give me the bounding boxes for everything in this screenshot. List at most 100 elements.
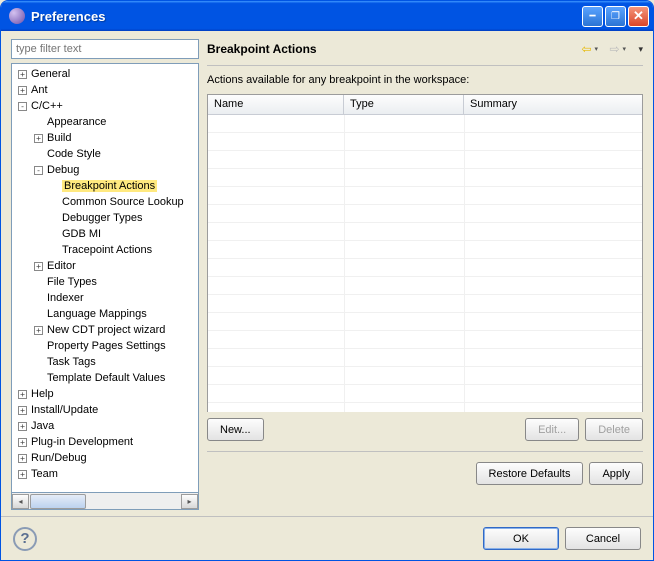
- expand-icon[interactable]: +: [18, 86, 27, 95]
- tree-item[interactable]: + Install/Update: [12, 402, 198, 418]
- tree-item[interactable]: Appearance: [12, 114, 198, 130]
- expand-icon[interactable]: +: [18, 390, 27, 399]
- ok-button[interactable]: OK: [483, 527, 559, 550]
- tree-item-label: Ant: [31, 84, 48, 96]
- tree-item[interactable]: + Editor: [12, 258, 198, 274]
- forward-dropdown[interactable]: ▾: [622, 45, 630, 53]
- tree-item-label: Build: [47, 132, 71, 144]
- column-header-type[interactable]: Type: [344, 95, 464, 114]
- view-menu-icon[interactable]: ▾: [634, 44, 643, 55]
- new-button[interactable]: New...: [207, 418, 264, 441]
- maximize-button[interactable]: ❐: [605, 6, 626, 27]
- filter-input[interactable]: [11, 39, 199, 59]
- tree-item[interactable]: + Java: [12, 418, 198, 434]
- tree-item-label: Debug: [47, 164, 79, 176]
- tree-item-label: Common Source Lookup: [62, 196, 184, 208]
- tree-item[interactable]: -Debug: [12, 162, 198, 178]
- tree-item[interactable]: File Types: [12, 274, 198, 290]
- edit-button: Edit...: [525, 418, 579, 441]
- close-button[interactable]: ✕: [628, 6, 649, 27]
- apply-button[interactable]: Apply: [589, 462, 643, 485]
- tree-item-label: Appearance: [47, 116, 106, 128]
- expand-icon[interactable]: +: [18, 422, 27, 431]
- preferences-window: Preferences ━ ❐ ✕ +General+Ant-C/C++Appe…: [0, 0, 654, 561]
- preferences-tree[interactable]: +General+Ant-C/C++Appearance+BuildCode S…: [11, 63, 199, 493]
- tree-item-label: C/C++: [31, 100, 63, 112]
- tree-item-label: General: [31, 68, 70, 80]
- tree-item-label: Debugger Types: [62, 212, 143, 224]
- back-icon[interactable]: ⇦: [578, 41, 594, 57]
- column-header-summary[interactable]: Summary: [464, 95, 642, 114]
- scroll-thumb[interactable]: [30, 494, 86, 509]
- tree-item[interactable]: Tracepoint Actions: [12, 242, 198, 258]
- tree-item-label: Indexer: [47, 292, 84, 304]
- expand-icon[interactable]: +: [18, 406, 27, 415]
- cancel-button[interactable]: Cancel: [565, 527, 641, 550]
- tree-item-label: New CDT project wizard: [47, 324, 165, 336]
- tree-item[interactable]: Indexer: [12, 290, 198, 306]
- expand-icon[interactable]: +: [34, 262, 43, 271]
- tree-item-label: File Types: [47, 276, 97, 288]
- page-title: Breakpoint Actions: [207, 42, 578, 56]
- scroll-right-button[interactable]: ▸: [181, 494, 198, 509]
- column-header-name[interactable]: Name: [208, 95, 344, 114]
- forward-icon: ⇨: [606, 41, 622, 57]
- tree-item-label: Task Tags: [47, 356, 96, 368]
- tree-item[interactable]: -C/C++: [12, 98, 198, 114]
- actions-table[interactable]: Name Type Summary: [207, 94, 643, 412]
- tree-item[interactable]: Code Style: [12, 146, 198, 162]
- tree-item-label: Breakpoint Actions: [62, 180, 157, 192]
- expand-icon[interactable]: +: [34, 326, 43, 335]
- expand-icon[interactable]: +: [18, 70, 27, 79]
- tree-item[interactable]: Template Default Values: [12, 370, 198, 386]
- scroll-left-button[interactable]: ◂: [12, 494, 29, 509]
- expand-icon[interactable]: +: [18, 438, 27, 447]
- expand-icon[interactable]: +: [18, 454, 27, 463]
- collapse-icon[interactable]: -: [18, 102, 27, 111]
- tree-item[interactable]: + New CDT project wizard: [12, 322, 198, 338]
- tree-item-label: Tracepoint Actions: [62, 244, 152, 256]
- expand-icon[interactable]: +: [18, 470, 27, 479]
- tree-item[interactable]: + Plug-in Development: [12, 434, 198, 450]
- tree-item-label: Help: [31, 388, 54, 400]
- tree-item-label: Plug-in Development: [31, 436, 133, 448]
- horizontal-scrollbar[interactable]: ◂ ▸: [11, 493, 199, 510]
- tree-item[interactable]: Task Tags: [12, 354, 198, 370]
- tree-item[interactable]: + Run/Debug: [12, 450, 198, 466]
- tree-item[interactable]: Property Pages Settings: [12, 338, 198, 354]
- tree-item-label: Code Style: [47, 148, 101, 160]
- tree-item-label: Install/Update: [31, 404, 98, 416]
- tree-item[interactable]: + Team: [12, 466, 198, 482]
- tree-item-label: Java: [31, 420, 54, 432]
- back-dropdown[interactable]: ▾: [594, 45, 602, 53]
- tree-item[interactable]: Language Mappings: [12, 306, 198, 322]
- table-body[interactable]: [208, 115, 642, 412]
- help-icon[interactable]: ?: [13, 527, 37, 551]
- tree-item[interactable]: GDB MI: [12, 226, 198, 242]
- tree-item-label: Editor: [47, 260, 76, 272]
- delete-button: Delete: [585, 418, 643, 441]
- tree-item[interactable]: Debugger Types: [12, 210, 198, 226]
- tree-item[interactable]: Breakpoint Actions: [12, 178, 198, 194]
- window-title: Preferences: [31, 9, 582, 24]
- navigation-pane: +General+Ant-C/C++Appearance+BuildCode S…: [11, 39, 199, 510]
- restore-defaults-button[interactable]: Restore Defaults: [476, 462, 584, 485]
- expand-icon[interactable]: +: [34, 134, 43, 143]
- collapse-icon[interactable]: -: [34, 166, 43, 175]
- tree-item-label: GDB MI: [62, 228, 101, 240]
- page-description: Actions available for any breakpoint in …: [207, 74, 643, 86]
- preferences-page: Breakpoint Actions ⇦ ▾ ⇨ ▾ ▾ Actions ava…: [207, 39, 643, 510]
- tree-item[interactable]: + Ant: [12, 82, 198, 98]
- tree-item-label: Property Pages Settings: [47, 340, 166, 352]
- tree-item-label: Language Mappings: [47, 308, 147, 320]
- tree-item-label: Team: [31, 468, 58, 480]
- tree-item-label: Template Default Values: [47, 372, 165, 384]
- tree-item[interactable]: + General: [12, 66, 198, 82]
- tree-item[interactable]: + Help: [12, 386, 198, 402]
- tree-item[interactable]: Common Source Lookup: [12, 194, 198, 210]
- titlebar[interactable]: Preferences ━ ❐ ✕: [1, 1, 653, 31]
- tree-item-label: Run/Debug: [31, 452, 87, 464]
- minimize-button[interactable]: ━: [582, 6, 603, 27]
- app-icon: [9, 8, 25, 24]
- tree-item[interactable]: + Build: [12, 130, 198, 146]
